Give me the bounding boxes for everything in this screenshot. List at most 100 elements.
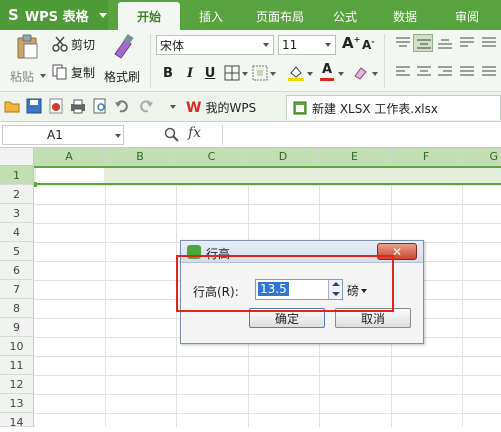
export-pdf-icon[interactable] — [48, 98, 64, 114]
clear-format-icon[interactable] — [352, 65, 368, 81]
zoom-search-icon[interactable] — [164, 127, 180, 143]
font-size-select[interactable]: 11 — [278, 35, 336, 55]
grow-font-button[interactable]: A+ — [342, 34, 360, 52]
name-box[interactable]: A1 — [2, 125, 124, 145]
ribbon-divider — [150, 34, 151, 88]
align-middle-button[interactable] — [413, 34, 433, 52]
fill-color-icon[interactable] — [287, 64, 305, 82]
font-name-value: 宋体 — [160, 38, 185, 53]
tab-bar: S WPS 表格 开始 插入 页面布局 公式 数据 审阅 — [0, 0, 501, 30]
formula-input[interactable] — [222, 125, 501, 145]
paintbrush-icon — [114, 34, 134, 59]
quick-access-bar: W 我的WPS 新建 XLSX 工作表.xlsx — [0, 92, 501, 122]
paste-button[interactable]: 粘贴 — [8, 34, 48, 88]
formula-bar: A1 fx — [0, 122, 501, 148]
doc-tab-label: 我的WPS — [205, 101, 257, 115]
font-color-swatch — [320, 78, 334, 81]
justify-icon[interactable] — [460, 66, 474, 78]
row-header[interactable]: 12 — [0, 375, 34, 394]
print-preview-icon[interactable] — [92, 98, 108, 114]
doc-tab-workbook[interactable]: 新建 XLSX 工作表.xlsx — [286, 95, 501, 120]
app-menu-button[interactable]: S WPS 表格 — [0, 0, 108, 30]
row-header[interactable]: 4 — [0, 223, 34, 242]
column-header-e[interactable]: E — [319, 148, 391, 166]
column-header-b[interactable]: B — [105, 148, 176, 166]
chevron-down-icon[interactable] — [307, 72, 313, 76]
tab-insert[interactable]: 插入 — [185, 2, 237, 30]
row-header[interactable]: 10 — [0, 337, 34, 356]
font-color-button[interactable]: A — [318, 62, 336, 82]
save-icon[interactable] — [26, 98, 42, 114]
row-header[interactable]: 3 — [0, 204, 34, 223]
active-cell-a1[interactable] — [36, 168, 104, 183]
cut-button[interactable]: 剪切 — [52, 34, 100, 54]
bold-button[interactable]: B — [158, 63, 178, 83]
insert-function-button[interactable]: fx — [188, 125, 201, 141]
column-header-g[interactable]: G — [462, 148, 501, 166]
font-name-select[interactable]: 宋体 — [156, 35, 274, 55]
chevron-down-icon[interactable] — [270, 72, 276, 76]
app-name: WPS 表格 — [24, 9, 89, 25]
tab-review[interactable]: 审阅 — [442, 2, 492, 30]
row-header[interactable]: 7 — [0, 280, 34, 299]
chevron-down-icon — [321, 36, 335, 54]
align-right-icon[interactable] — [438, 66, 452, 78]
borders-icon[interactable] — [224, 65, 240, 81]
row-header[interactable]: 1 — [0, 166, 34, 185]
italic-button[interactable]: I — [180, 63, 200, 83]
chevron-down-icon — [115, 134, 121, 138]
shrink-font-button[interactable]: A- — [362, 37, 375, 52]
row-header[interactable]: 6 — [0, 261, 34, 280]
row-header[interactable]: 9 — [0, 318, 34, 337]
align-bottom-icon[interactable] — [438, 37, 452, 49]
format-painter-button[interactable]: 格式刷 — [103, 34, 145, 88]
selected-row[interactable] — [34, 166, 501, 185]
undo-icon[interactable] — [114, 98, 130, 114]
row-header[interactable]: 5 — [0, 242, 34, 261]
align-left-icon[interactable] — [396, 66, 410, 78]
tab-page-layout[interactable]: 页面布局 — [242, 2, 318, 30]
wrap-text-icon[interactable] — [482, 37, 496, 49]
row-header[interactable]: 11 — [0, 356, 34, 375]
chevron-down-icon — [259, 36, 273, 54]
tab-home[interactable]: 开始 — [118, 2, 180, 30]
distributed-align-icon[interactable] — [482, 66, 496, 78]
text-direction-icon[interactable] — [460, 37, 474, 49]
chevron-down-icon[interactable] — [338, 72, 344, 76]
open-folder-icon[interactable] — [4, 98, 20, 114]
chevron-down-icon[interactable] — [372, 72, 378, 76]
select-all-corner[interactable] — [0, 148, 34, 166]
underline-button[interactable]: U — [200, 63, 220, 83]
doc-tab-my-wps[interactable]: W 我的WPS — [186, 95, 280, 120]
chevron-down-icon[interactable] — [170, 105, 176, 109]
cell-style-icon[interactable] — [252, 65, 268, 81]
redo-icon[interactable] — [138, 98, 154, 114]
cell-reference: A1 — [47, 128, 63, 142]
ribbon-divider — [384, 34, 385, 88]
column-header-f[interactable]: F — [391, 148, 462, 166]
column-header-a[interactable]: A — [34, 148, 105, 166]
chevron-down-icon — [40, 74, 46, 78]
align-center-icon[interactable] — [417, 66, 431, 78]
print-icon[interactable] — [70, 98, 86, 114]
column-header-c[interactable]: C — [176, 148, 248, 166]
copy-button[interactable]: 复制 — [52, 62, 100, 82]
align-top-icon[interactable] — [396, 37, 410, 49]
tab-data[interactable]: 数据 — [380, 2, 430, 30]
scissors-icon — [52, 36, 68, 52]
column-header-d[interactable]: D — [248, 148, 319, 166]
row-header[interactable]: 2 — [0, 185, 34, 204]
row-header[interactable]: 8 — [0, 299, 34, 318]
row-header[interactable]: 13 — [0, 394, 34, 413]
cut-label: 剪切 — [71, 37, 96, 52]
row-header[interactable]: 14 — [0, 413, 34, 429]
chevron-down-icon[interactable] — [242, 72, 248, 76]
font-size-value: 11 — [282, 38, 298, 52]
wps-w-icon: W — [186, 99, 202, 116]
wps-logo-icon: S — [8, 6, 19, 24]
tab-formula[interactable]: 公式 — [322, 2, 368, 30]
clipboard-icon — [17, 34, 38, 59]
spreadsheet-file-icon — [293, 101, 307, 115]
paste-label: 粘贴 — [10, 70, 35, 84]
format-painter-label: 格式刷 — [104, 70, 141, 84]
